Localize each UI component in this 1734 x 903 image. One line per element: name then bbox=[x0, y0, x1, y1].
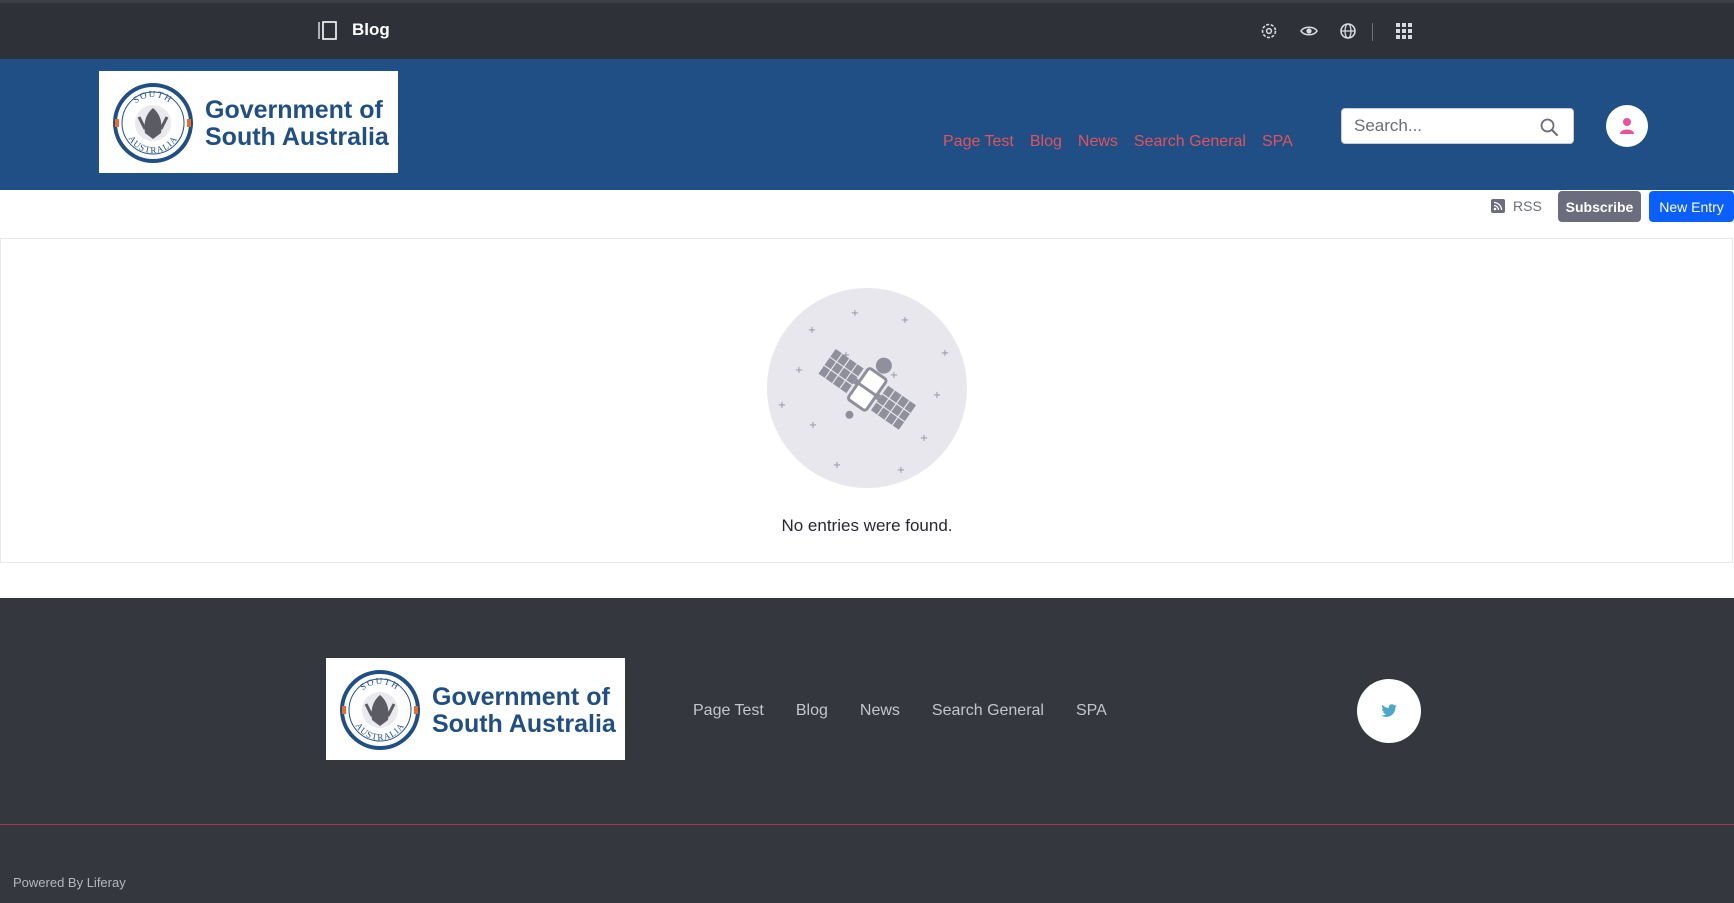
footer-nav-item-search-general[interactable]: Search General bbox=[932, 702, 1044, 720]
logo-line2: South Australia bbox=[432, 709, 616, 738]
footer-divider bbox=[0, 824, 1734, 825]
sa-seal-icon: SOUTH AUSTRALIA bbox=[113, 83, 193, 163]
footer-nav: Page Test Blog News Search General SPA bbox=[693, 702, 1107, 720]
rss-link[interactable]: RSS bbox=[1491, 198, 1542, 214]
apps-grid-icon[interactable] bbox=[1393, 20, 1415, 42]
search-icon[interactable] bbox=[1539, 117, 1559, 137]
svg-text:+: + bbox=[897, 465, 905, 476]
svg-text:+: + bbox=[778, 400, 786, 411]
header-nav: Page Test Blog News Search General SPA bbox=[943, 133, 1293, 151]
svg-text:+: + bbox=[901, 315, 909, 326]
svg-text:+: + bbox=[795, 365, 803, 376]
footer-logo[interactable]: SOUTH AUSTRALIA Government of South Aust… bbox=[326, 658, 625, 760]
rss-label: RSS bbox=[1513, 198, 1542, 214]
footer-nav-item-blog[interactable]: Blog bbox=[796, 702, 828, 720]
satellite-empty-state-icon: +++ +++ +++ +++ + bbox=[767, 288, 967, 488]
powered-by-text: Powered By Liferay bbox=[13, 875, 126, 890]
svg-text:+: + bbox=[833, 460, 841, 471]
svg-text:+: + bbox=[808, 325, 816, 336]
sa-seal-icon: SOUTH AUSTRALIA bbox=[340, 670, 420, 750]
svg-text:+: + bbox=[890, 370, 898, 381]
logo-line1: Government of bbox=[432, 683, 610, 711]
twitter-button[interactable] bbox=[1357, 679, 1421, 743]
rss-icon bbox=[1491, 199, 1505, 213]
svg-text:+: + bbox=[809, 420, 817, 431]
empty-state-message: No entries were found. bbox=[781, 516, 953, 535]
twitter-icon bbox=[1381, 704, 1397, 717]
svg-text:+: + bbox=[920, 433, 928, 444]
page-title: Blog bbox=[352, 20, 390, 39]
new-entry-button[interactable]: New Entry bbox=[1649, 191, 1734, 222]
control-bar bbox=[0, 0, 1734, 59]
site-footer bbox=[0, 598, 1734, 903]
search-box bbox=[1341, 108, 1574, 144]
globe-icon[interactable] bbox=[1337, 20, 1359, 42]
control-divider bbox=[1372, 23, 1373, 41]
gear-icon[interactable] bbox=[1258, 20, 1280, 42]
panel-toggle-icon[interactable] bbox=[318, 21, 338, 40]
footer-nav-item-page-test[interactable]: Page Test bbox=[693, 702, 764, 720]
eye-icon[interactable] bbox=[1298, 20, 1320, 42]
logo-line1: Government of bbox=[205, 96, 383, 124]
nav-item-news[interactable]: News bbox=[1078, 133, 1118, 151]
svg-text:+: + bbox=[941, 348, 949, 359]
footer-nav-item-spa[interactable]: SPA bbox=[1076, 702, 1107, 720]
logo-line2: South Australia bbox=[205, 122, 389, 151]
svg-text:+: + bbox=[933, 390, 941, 401]
search-input[interactable] bbox=[1354, 109, 1534, 143]
nav-item-page-test[interactable]: Page Test bbox=[943, 133, 1014, 151]
nav-item-search-general[interactable]: Search General bbox=[1134, 133, 1246, 151]
site-logo[interactable]: SOUTH AUSTRALIA Government of South Aust… bbox=[99, 71, 398, 173]
nav-item-blog[interactable]: Blog bbox=[1030, 133, 1062, 151]
subscribe-button[interactable]: Subscribe bbox=[1558, 191, 1641, 222]
user-avatar-button[interactable] bbox=[1606, 105, 1648, 147]
footer-nav-item-news[interactable]: News bbox=[860, 702, 900, 720]
svg-text:+: + bbox=[851, 308, 859, 319]
user-icon bbox=[1620, 118, 1634, 134]
nav-item-spa[interactable]: SPA bbox=[1262, 133, 1293, 151]
